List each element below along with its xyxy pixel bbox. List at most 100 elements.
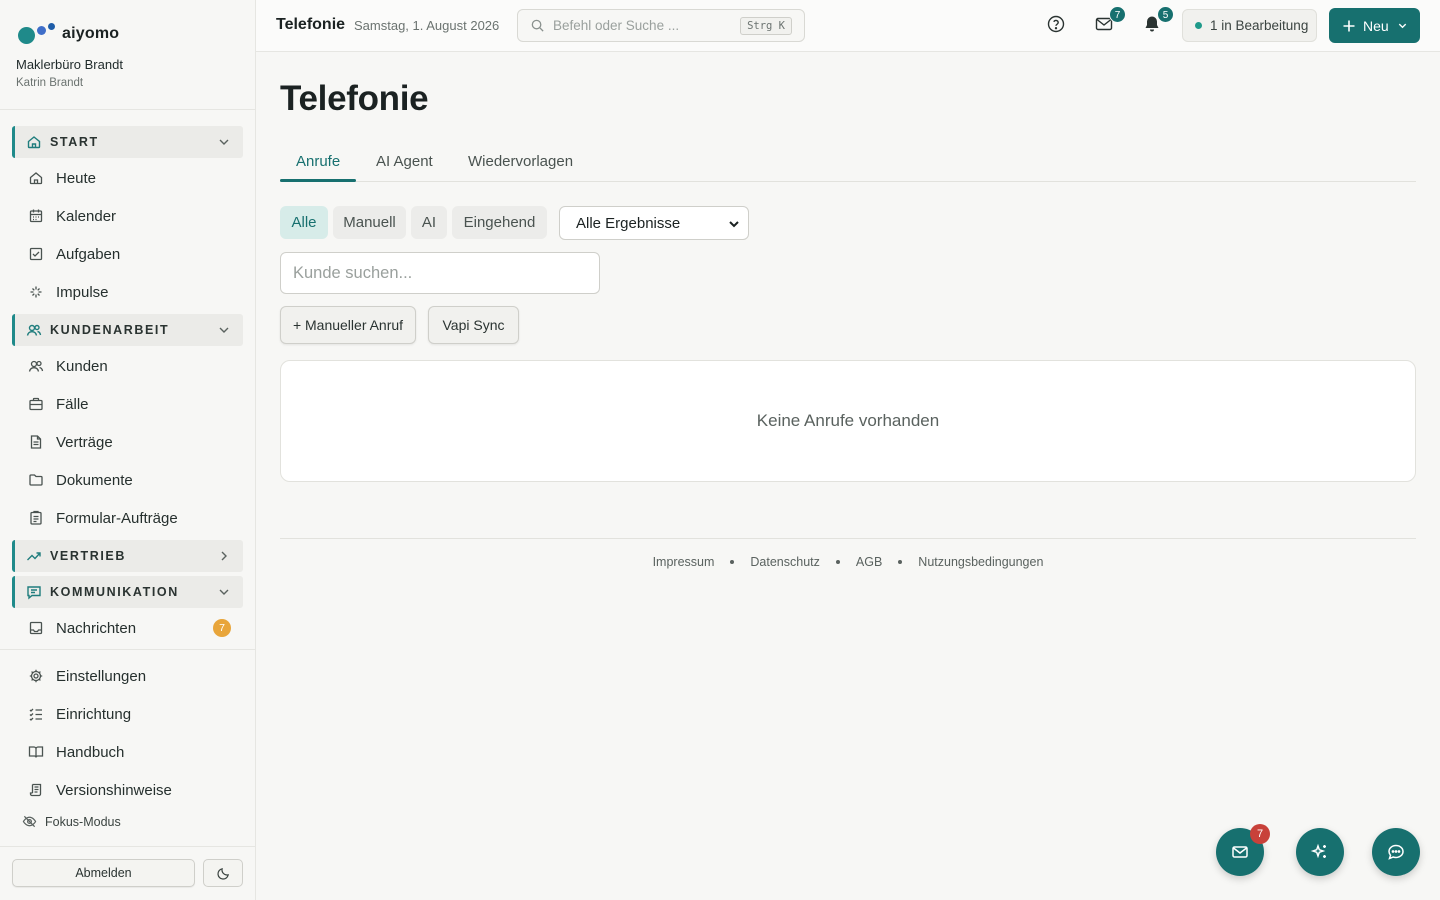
logo-dots-icon bbox=[18, 22, 56, 46]
result-filter-select[interactable]: Alle Ergebnisse bbox=[559, 206, 749, 240]
chevron-down-icon bbox=[1398, 23, 1406, 29]
chat-bubble-icon bbox=[1388, 844, 1404, 860]
page-title: Telefonie bbox=[280, 79, 429, 118]
sidebar-item-label: Einstellungen bbox=[56, 667, 147, 685]
mail-count-badge: 7 bbox=[1109, 6, 1126, 23]
inbox-icon bbox=[29, 621, 43, 635]
focus-mode-toggle[interactable]: Fokus-Modus bbox=[22, 814, 121, 829]
theme-toggle-button[interactable] bbox=[203, 859, 243, 887]
topbar-title: Telefonie bbox=[276, 16, 346, 33]
user-name: Katrin Brandt bbox=[16, 77, 84, 89]
sidebar-item-label: Handbuch bbox=[56, 743, 125, 761]
mail-fab[interactable]: 7 bbox=[1216, 824, 1270, 876]
section-kundenarbeit[interactable]: KUNDENARBEIT bbox=[12, 314, 243, 346]
manual-call-button[interactable]: + Manueller Anruf bbox=[280, 306, 416, 344]
sidebar-item-label: Fälle bbox=[56, 395, 89, 413]
footer: Impressum Datenschutz AGB Nutzungsbeding… bbox=[256, 555, 1440, 569]
calendar-icon bbox=[29, 209, 43, 223]
sidebar-item-dokumente[interactable]: Dokumente bbox=[12, 463, 243, 497]
footer-link-impressum[interactable]: Impressum bbox=[653, 555, 715, 569]
sidebar-divider bbox=[0, 649, 255, 650]
help-button[interactable] bbox=[1046, 14, 1068, 36]
unread-badge: 7 bbox=[213, 619, 231, 637]
logout-button[interactable]: Abmelden bbox=[12, 859, 195, 887]
footer-link-datenschutz[interactable]: Datenschutz bbox=[750, 555, 819, 569]
footer-separator bbox=[835, 560, 840, 564]
sidebar-item-formular-auftraege[interactable]: Formular-Aufträge bbox=[12, 501, 243, 535]
result-filter-value: Alle Ergebnisse bbox=[576, 214, 681, 232]
chevron-down-icon bbox=[219, 139, 229, 145]
vapi-sync-button[interactable]: Vapi Sync bbox=[428, 306, 519, 344]
tab-anrufe[interactable]: Anrufe bbox=[296, 153, 340, 170]
chevron-down-icon bbox=[219, 327, 229, 333]
sidebar-item-aufgaben[interactable]: Aufgaben bbox=[12, 237, 243, 271]
filter-manuell[interactable]: Manuell bbox=[333, 206, 406, 239]
chat-fab[interactable] bbox=[1372, 828, 1420, 876]
sidebar-divider bbox=[0, 109, 255, 110]
sidebar: aiyomo Maklerbüro Brandt Katrin Brandt S… bbox=[0, 0, 256, 900]
help-circle-icon bbox=[1047, 15, 1065, 33]
sidebar-item-faelle[interactable]: Fälle bbox=[12, 387, 243, 421]
sidebar-item-einrichtung[interactable]: Einrichtung bbox=[12, 697, 243, 731]
filter-ai[interactable]: AI bbox=[411, 206, 447, 239]
search-icon bbox=[531, 19, 544, 32]
footer-link-nutzungsbedingungen[interactable]: Nutzungsbedingungen bbox=[918, 555, 1043, 569]
search-shortcut-hint: Strg K bbox=[740, 17, 792, 35]
status-dot bbox=[1195, 22, 1202, 29]
section-start-label: START bbox=[50, 135, 99, 149]
company-name: Maklerbüro Brandt bbox=[16, 57, 123, 72]
section-kommunikation[interactable]: KOMMUNIKATION bbox=[12, 576, 243, 608]
footer-separator bbox=[898, 560, 903, 564]
folder-icon bbox=[29, 474, 43, 486]
mail-icon bbox=[1232, 846, 1248, 858]
eye-off-icon bbox=[22, 815, 37, 828]
customer-search-input[interactable] bbox=[280, 252, 600, 294]
chevron-down-icon bbox=[219, 589, 229, 595]
active-tab-indicator bbox=[280, 179, 356, 182]
sidebar-item-label: Formular-Aufträge bbox=[56, 509, 178, 527]
filter-eingehend[interactable]: Eingehend bbox=[452, 206, 547, 239]
sidebar-item-nachrichten[interactable]: Nachrichten 7 bbox=[12, 611, 243, 645]
chevron-down-icon bbox=[729, 221, 739, 228]
topbar: Telefonie Samstag, 1. August 2026 Befehl… bbox=[256, 0, 1440, 52]
section-vertrieb[interactable]: VERTRIEB bbox=[12, 540, 243, 572]
footer-separator bbox=[730, 560, 735, 564]
section-kommunikation-label: KOMMUNIKATION bbox=[50, 585, 179, 599]
sidebar-item-impulse[interactable]: Impulse bbox=[12, 275, 243, 309]
sidebar-item-handbuch[interactable]: Handbuch bbox=[12, 735, 243, 769]
message-square-icon bbox=[27, 586, 41, 600]
sidebar-item-label: Verträge bbox=[56, 433, 113, 451]
tab-bar: Anrufe AI Agent Wiedervorlagen bbox=[280, 141, 1416, 182]
brand-name: aiyomo bbox=[62, 25, 120, 42]
ai-assistant-fab[interactable] bbox=[1296, 828, 1344, 876]
sidebar-item-label: Einrichtung bbox=[56, 705, 132, 723]
in-progress-status[interactable]: 1 in Bearbeitung bbox=[1182, 9, 1317, 42]
users-icon bbox=[26, 324, 42, 336]
notifications-button[interactable]: 5 bbox=[1142, 6, 1174, 36]
sparkles-icon bbox=[1310, 843, 1326, 859]
footer-divider bbox=[280, 538, 1416, 539]
mail-button[interactable]: 7 bbox=[1094, 6, 1126, 36]
moon-icon bbox=[216, 867, 229, 880]
empty-state-text: Keine Anrufe vorhanden bbox=[756, 411, 940, 430]
search-placeholder: Befehl oder Suche ... bbox=[553, 18, 680, 33]
sparkle-icon bbox=[30, 286, 42, 298]
trending-up-icon bbox=[27, 552, 41, 561]
brand-logo[interactable]: aiyomo bbox=[18, 22, 119, 46]
tab-ai-agent[interactable]: AI Agent bbox=[376, 153, 433, 170]
sidebar-item-kunden[interactable]: Kunden bbox=[12, 349, 243, 383]
sidebar-item-kalender[interactable]: Kalender bbox=[12, 199, 243, 233]
tab-wiedervorlagen[interactable]: Wiedervorlagen bbox=[468, 153, 573, 170]
sidebar-item-label: Nachrichten bbox=[56, 619, 137, 637]
home-icon bbox=[29, 172, 43, 185]
section-start[interactable]: START bbox=[12, 126, 243, 158]
sidebar-item-vertraege[interactable]: Verträge bbox=[12, 425, 243, 459]
sidebar-item-heute[interactable]: Heute bbox=[12, 161, 243, 195]
sidebar-item-einstellungen[interactable]: Einstellungen bbox=[12, 659, 243, 693]
footer-link-agb[interactable]: AGB bbox=[856, 555, 882, 569]
command-search-input[interactable]: Befehl oder Suche ... Strg K bbox=[517, 9, 805, 42]
sidebar-item-versionshinweise[interactable]: Versionshinweise bbox=[12, 773, 243, 807]
gear-icon bbox=[29, 669, 43, 683]
new-button[interactable]: Neu bbox=[1329, 8, 1420, 43]
filter-alle[interactable]: Alle bbox=[280, 206, 328, 239]
